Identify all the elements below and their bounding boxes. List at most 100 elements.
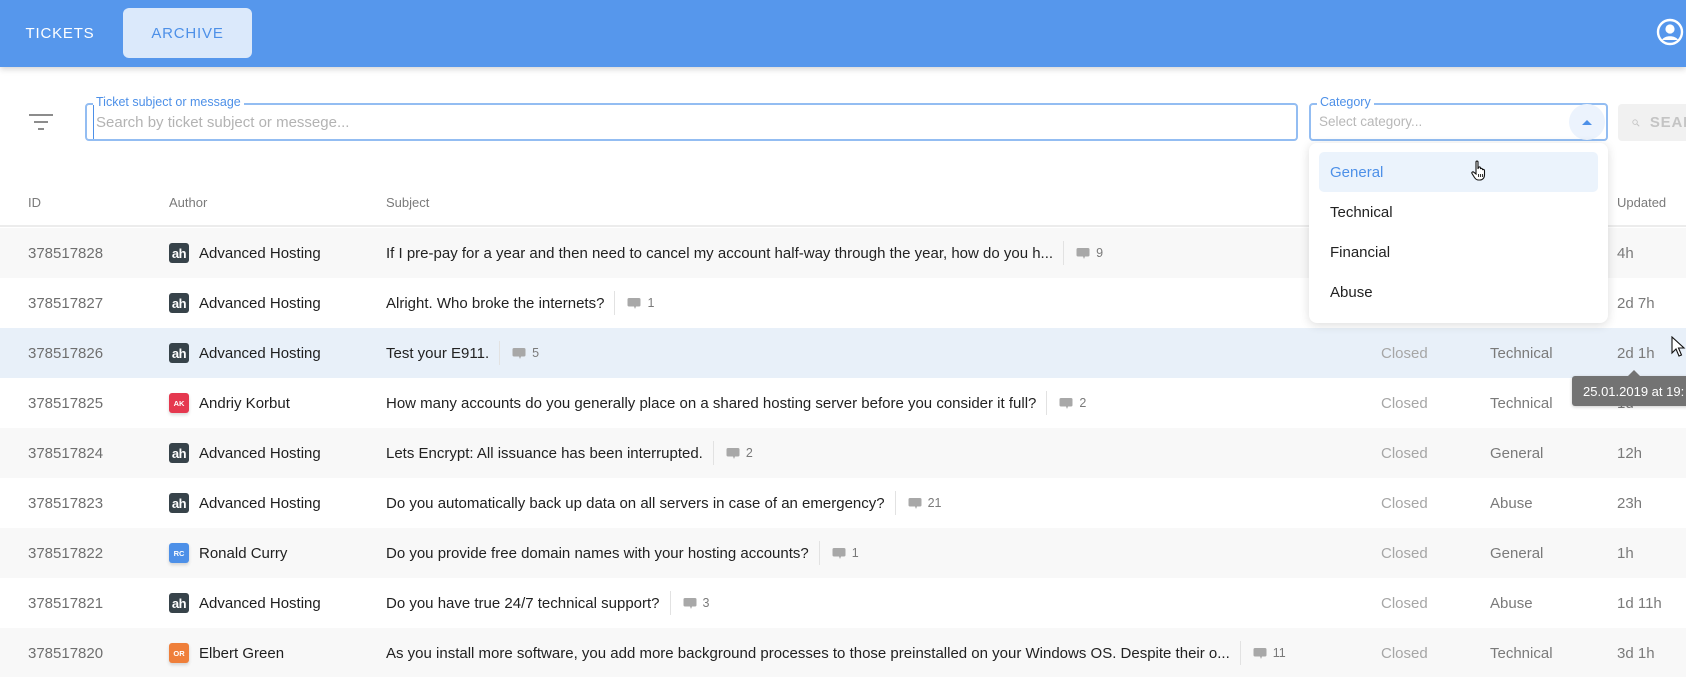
category-option-technical[interactable]: Technical [1319, 192, 1598, 232]
table-row[interactable]: 378517826 ah Advanced Hosting Test your … [0, 328, 1686, 378]
subject-text: Do you provide free domain names with yo… [386, 544, 809, 562]
subject-text: Do you automatically back up data on all… [386, 494, 885, 512]
author-name: Elbert Green [199, 644, 285, 662]
subject-text: Alright. Who broke the internets? [386, 294, 605, 312]
search-button-label: SEARCH [1649, 114, 1686, 131]
avatar: ah [169, 593, 189, 613]
top-navigation-bar: TICKETS ARCHIVE [0, 0, 1686, 67]
filter-icon[interactable] [28, 112, 54, 132]
category-dropdown-menu: General Technical Financial Abuse [1309, 143, 1608, 323]
table-row[interactable]: 378517820 OR Elbert Green As you install… [0, 628, 1686, 677]
table-row[interactable]: 378517823 ah Advanced Hosting Do you aut… [0, 478, 1686, 528]
table-row[interactable]: 378517825 AK Andriy Korbut How many acco… [0, 378, 1686, 428]
comment-count: 2 [745, 446, 753, 460]
tab-archive[interactable]: ARCHIVE [123, 8, 252, 58]
ticket-subject[interactable]: Test your E911. 5 [386, 328, 539, 378]
ticket-id: 378517820 [28, 644, 104, 662]
author-name: Advanced Hosting [199, 494, 321, 512]
divider [894, 491, 896, 515]
search-icon [1632, 118, 1640, 127]
ticket-subject[interactable]: As you install more software, you add mo… [386, 628, 1286, 677]
tab-tickets[interactable]: TICKETS [12, 8, 108, 58]
ticket-status: Closed [1381, 644, 1428, 662]
category-option-abuse[interactable]: Abuse [1319, 272, 1598, 312]
ticket-author: OR Elbert Green [169, 628, 284, 677]
table-row[interactable]: 378517824 ah Advanced Hosting Lets Encry… [0, 428, 1686, 478]
category-select[interactable]: Category Select category... [1309, 94, 1608, 141]
subject-text: Test your E911. [386, 344, 490, 362]
ticket-author: ah Advanced Hosting [169, 428, 321, 478]
ticket-subject[interactable]: Do you have true 24/7 technical support?… [386, 578, 709, 628]
subject-search-input[interactable] [93, 105, 1283, 139]
ticket-id: 378517828 [28, 244, 104, 262]
search-button[interactable]: SEARCH [1618, 104, 1686, 141]
subject-text: How many accounts do you generally place… [386, 394, 1037, 412]
author-name: Advanced Hosting [199, 344, 321, 362]
avatar: ah [169, 493, 189, 513]
column-header-id[interactable]: ID [28, 195, 41, 210]
ticket-subject[interactable]: Do you provide free domain names with yo… [386, 528, 859, 578]
ticket-updated: 4h [1617, 244, 1634, 262]
ticket-id: 378517822 [28, 544, 104, 562]
ticket-subject[interactable]: How many accounts do you generally place… [386, 378, 1086, 428]
category-toggle-button[interactable] [1569, 104, 1605, 140]
comment-icon [908, 497, 922, 509]
comment-icon [1253, 647, 1267, 659]
author-name: Advanced Hosting [199, 594, 321, 612]
table-row[interactable]: 378517821 ah Advanced Hosting Do you hav… [0, 578, 1686, 628]
comment-count: 1 [647, 296, 655, 310]
comment-count: 11 [1272, 646, 1286, 660]
ticket-subject[interactable]: If I pre-pay for a year and then need to… [386, 228, 1103, 278]
ticket-category: Technical [1490, 344, 1553, 362]
ticket-id: 378517825 [28, 394, 104, 412]
comment-count: 2 [1079, 396, 1087, 410]
divider [499, 341, 501, 365]
ticket-author: ah Advanced Hosting [169, 478, 321, 528]
column-header-subject[interactable]: Subject [386, 195, 429, 210]
ticket-updated: 23h [1617, 494, 1643, 512]
ticket-author: ah Advanced Hosting [169, 228, 321, 278]
subject-search-field: Ticket subject or message [85, 94, 1298, 141]
ticket-updated: 3d 1h [1617, 644, 1655, 662]
divider [669, 591, 671, 615]
comment-icon [832, 547, 846, 559]
ticket-id: 378517826 [28, 344, 104, 362]
user-circle-icon[interactable] [1656, 18, 1684, 46]
comment-icon [683, 597, 697, 609]
category-field-label: Category [1317, 94, 1374, 110]
ticket-category: Technical [1490, 644, 1553, 662]
ticket-updated: 1d 11h [1617, 594, 1662, 612]
ticket-updated: 2d 7h [1617, 294, 1655, 312]
comment-count: 21 [927, 496, 942, 510]
table-row[interactable]: 378517822 RC Ronald Curry Do you provide… [0, 528, 1686, 578]
column-header-author[interactable]: Author [169, 195, 207, 210]
category-option-financial[interactable]: Financial [1319, 232, 1598, 272]
ticket-status: Closed [1381, 544, 1428, 562]
comment-count: 5 [532, 346, 540, 360]
ticket-subject[interactable]: Alright. Who broke the internets? 1 [386, 278, 654, 328]
ticket-category: Abuse [1490, 494, 1533, 512]
ticket-status: Closed [1381, 494, 1428, 512]
ticket-status: Closed [1381, 394, 1428, 412]
ticket-category: Technical [1490, 394, 1553, 412]
comment-icon [512, 347, 526, 359]
subject-text: Lets Encrypt: All issuance has been inte… [386, 444, 703, 462]
ticket-id: 378517823 [28, 494, 104, 512]
avatar: ah [169, 293, 189, 313]
category-select-placeholder: Select category... [1319, 114, 1423, 129]
ticket-subject[interactable]: Lets Encrypt: All issuance has been inte… [386, 428, 753, 478]
column-header-updated[interactable]: Updated [1617, 195, 1666, 210]
ticket-subject[interactable]: Do you automatically back up data on all… [386, 478, 942, 528]
category-option-general[interactable]: General [1319, 152, 1598, 192]
ticket-id: 378517827 [28, 294, 104, 312]
ticket-category: General [1490, 444, 1544, 462]
ticket-id: 378517824 [28, 444, 104, 462]
author-name: Advanced Hosting [199, 444, 321, 462]
comment-count: 1 [851, 546, 859, 560]
divider [1063, 241, 1065, 265]
comment-count: 3 [702, 596, 710, 610]
comment-icon [1076, 247, 1090, 259]
comment-count: 9 [1096, 246, 1104, 260]
divider [1239, 641, 1241, 665]
comment-icon [726, 447, 740, 459]
